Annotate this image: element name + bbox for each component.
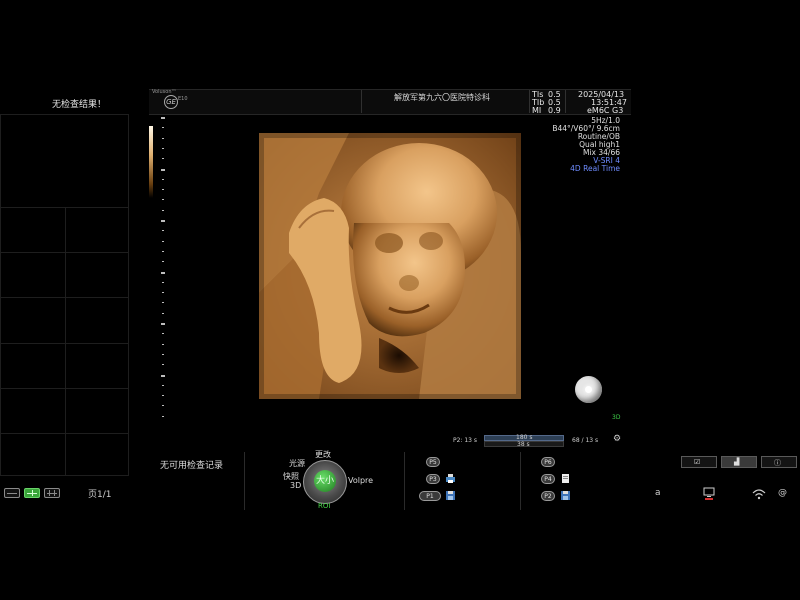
save-disk-icon[interactable] — [445, 490, 456, 501]
depth-tick — [162, 384, 164, 386]
info-icon: ⓘ — [774, 459, 781, 467]
orientation-dot — [585, 386, 592, 393]
cine-right-label: 68 / 13 s — [572, 437, 599, 444]
fetal-3d-render[interactable] — [259, 133, 521, 399]
p4-button[interactable]: P4 — [541, 474, 555, 484]
dial-label-light[interactable]: 光源 — [289, 458, 305, 469]
depth-tick — [162, 415, 164, 417]
p2-button[interactable]: P2 — [541, 491, 555, 501]
depth-tick — [162, 240, 164, 242]
depth-tick — [162, 302, 164, 304]
wifi-icon[interactable] — [752, 488, 766, 500]
depth-tick — [162, 343, 164, 345]
model-label: E10 — [178, 96, 188, 102]
document-icon[interactable] — [560, 473, 571, 484]
depth-tick — [162, 353, 164, 355]
p1-button[interactable]: P1 — [419, 491, 441, 501]
p3-button[interactable]: P3 — [426, 474, 440, 484]
checklist-icon: ☑ — [694, 458, 701, 466]
depth-tick — [162, 199, 164, 201]
depth-tick — [161, 117, 165, 119]
layout-2x2-button[interactable] — [24, 488, 40, 498]
p6-button[interactable]: P6 — [541, 457, 555, 467]
dial-label-volpre[interactable]: Volpre — [348, 476, 373, 485]
probe-name: eM6C G3 — [587, 106, 624, 115]
size-dial[interactable]: 大小 — [303, 460, 347, 504]
depth-tick — [162, 333, 164, 335]
settings-icon[interactable]: ⚙ — [613, 434, 621, 444]
hospital-name: 解放军第九六〇医院特诊科 — [394, 93, 490, 102]
checklist-tab[interactable]: ☑ — [681, 456, 717, 468]
depth-tick — [162, 230, 164, 232]
monitor-icon[interactable] — [702, 487, 716, 501]
info-tab[interactable]: ⓘ — [761, 456, 797, 468]
roi-label[interactable]: ROI — [318, 502, 330, 510]
dial-center-label[interactable]: 大小 — [314, 470, 336, 492]
mi-value: 0.9 — [548, 106, 561, 115]
depth-tick — [162, 178, 164, 180]
depth-tick — [161, 220, 165, 222]
page-indicator: 页1/1 — [88, 490, 112, 500]
chart-tab[interactable]: ▟ — [721, 456, 757, 468]
depth-tick — [162, 189, 164, 191]
p5-button[interactable]: P5 — [426, 457, 440, 467]
mode-param: 4D Real Time — [570, 164, 620, 173]
at-icon[interactable]: @ — [778, 488, 787, 498]
depth-tick — [162, 127, 164, 129]
depth-tick — [162, 292, 164, 294]
depth-tick — [162, 158, 164, 160]
grayscale-colorbar — [149, 126, 153, 198]
depth-tick — [162, 312, 164, 314]
depth-tick — [162, 147, 164, 149]
ge-logo: GE — [164, 95, 178, 109]
dial-label-3d[interactable]: 3D — [290, 481, 301, 490]
axis-label: 3D — [612, 414, 621, 421]
a-icon[interactable]: a — [655, 488, 661, 498]
depth-tick — [162, 250, 164, 252]
depth-tick — [162, 209, 164, 211]
thumbnail-grid[interactable] — [0, 114, 129, 476]
cine-left-label: P2: 13 s — [453, 437, 478, 444]
depth-tick — [162, 405, 164, 407]
cine-mid-top: 180 s — [516, 434, 533, 441]
depth-tick — [161, 168, 165, 171]
save-disk-icon-2[interactable] — [560, 490, 571, 501]
chart-icon: ▟ — [734, 458, 740, 466]
depth-tick — [161, 323, 165, 325]
depth-tick — [162, 395, 164, 397]
printer-icon[interactable] — [445, 473, 456, 484]
depth-tick — [162, 261, 164, 263]
depth-tick — [161, 271, 165, 274]
depth-tick — [162, 364, 164, 366]
mi-label: MI — [532, 106, 542, 115]
brand-wordmark: Voluson™ — [152, 89, 177, 95]
dial-label-change[interactable]: 更改 — [315, 449, 331, 460]
layout-2x1-button[interactable] — [4, 488, 20, 498]
orientation-sphere[interactable] — [575, 376, 602, 403]
depth-tick — [162, 137, 164, 139]
no-record-message: 无可用检查记录 — [160, 461, 224, 471]
depth-tick — [161, 374, 165, 377]
depth-tick — [162, 281, 164, 283]
layout-3x3-button[interactable] — [44, 488, 60, 498]
cine-mid-bottom: 38 s — [517, 441, 530, 448]
no-result-message: 无检查结果！ — [52, 100, 107, 110]
